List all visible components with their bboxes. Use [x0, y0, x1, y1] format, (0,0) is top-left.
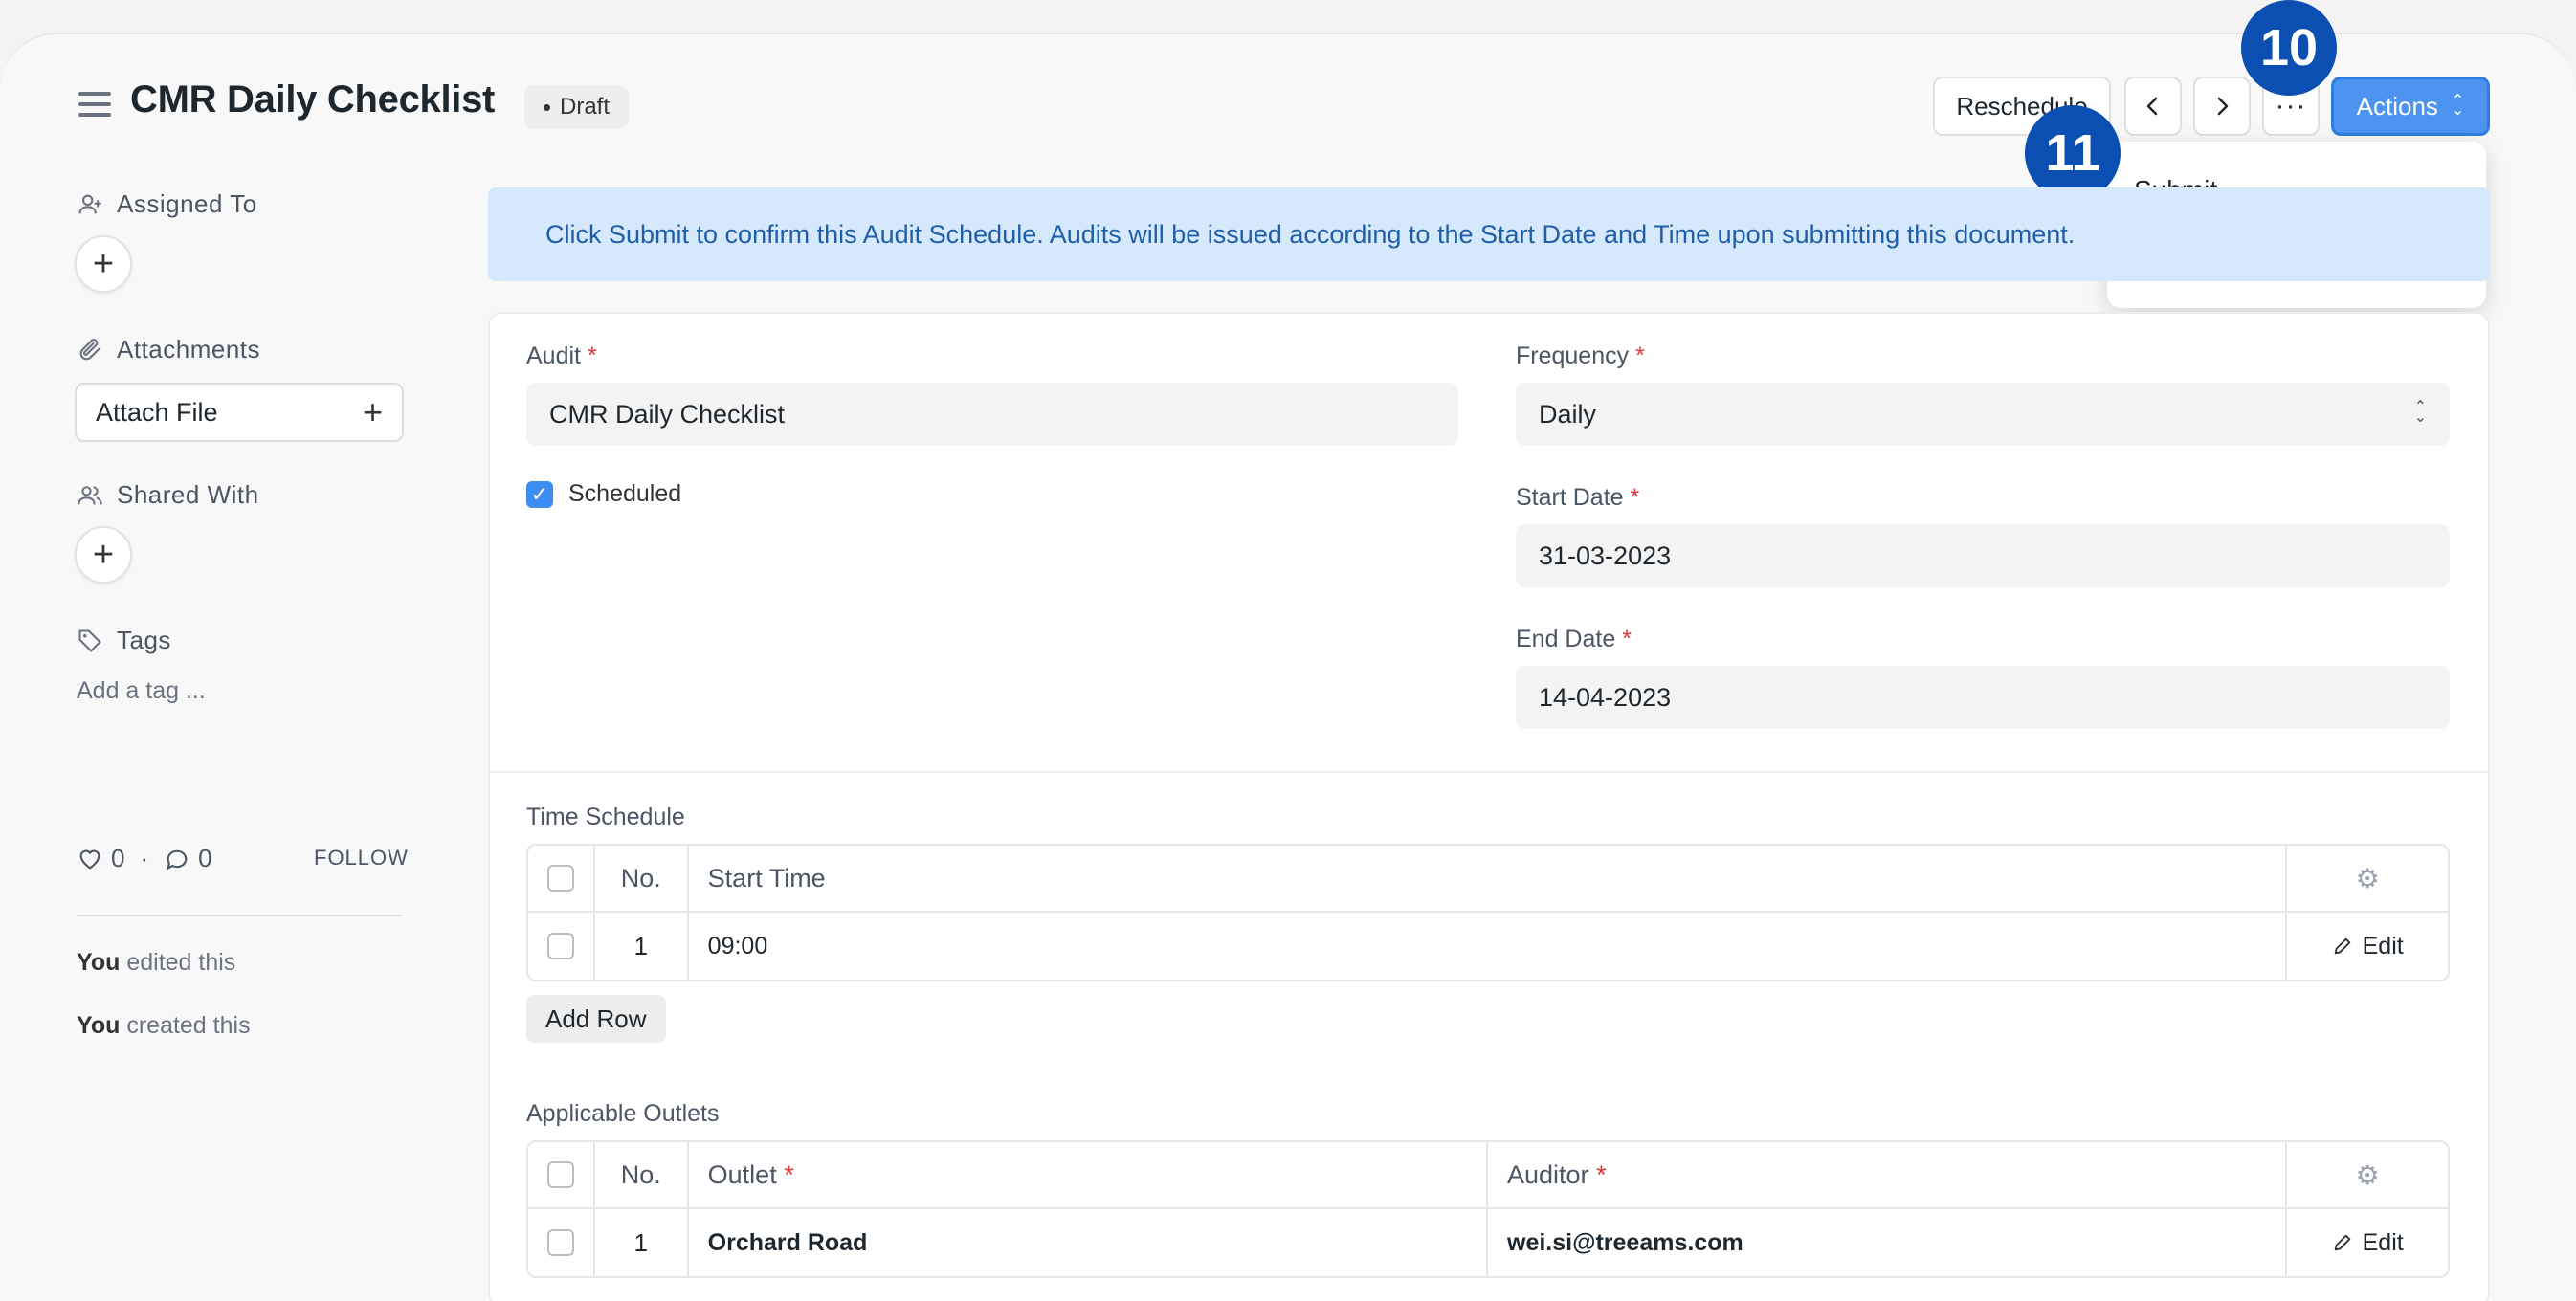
chevron-left-icon	[2146, 97, 2158, 116]
row-edit-cell: Edit	[2287, 1209, 2448, 1276]
select-all-cell	[528, 846, 595, 911]
step-badge: 10	[2241, 0, 2337, 96]
column-settings-cell: ⚙	[2287, 846, 2448, 911]
table-header-row: No. Outlet * Auditor * ⚙	[528, 1142, 2448, 1209]
chevron-right-icon	[2217, 97, 2229, 116]
row-select-cell	[528, 1209, 595, 1276]
assigned-to-label: Assigned To	[77, 189, 257, 219]
audit-label: Audit *	[526, 342, 597, 369]
users-icon	[78, 485, 102, 504]
add-share-button[interactable]: +	[75, 526, 132, 584]
row-checkbox[interactable]	[546, 1229, 574, 1256]
row-checkbox[interactable]	[546, 933, 574, 959]
gear-icon[interactable]: ⚙	[2356, 863, 2380, 894]
auditor-cell[interactable]: wei.si@treeams.com	[1488, 1209, 2288, 1276]
comment-icon[interactable]	[164, 846, 190, 872]
frequency-select[interactable]: Daily ⌃ ⌄	[1516, 383, 2450, 446]
section-divider	[488, 771, 2490, 773]
column-header-start-time: Start Time	[689, 846, 2288, 911]
pencil-icon	[2334, 937, 2350, 955]
user-plus-icon	[78, 194, 101, 213]
row-edit-cell: Edit	[2287, 913, 2448, 980]
select-all-checkbox[interactable]	[546, 1161, 574, 1188]
activity-item: You created this	[77, 1012, 251, 1039]
row-edit-button[interactable]: Edit	[2332, 1229, 2404, 1257]
outlet-cell[interactable]: Orchard Road	[689, 1209, 1488, 1276]
attachments-label: Attachments	[77, 335, 260, 364]
chevron-up-down-icon: ⌃ ⌄	[2413, 399, 2427, 426]
audit-field[interactable]: CMR Daily Checklist	[526, 383, 1458, 446]
scheduled-checkbox-row[interactable]: ✓ Scheduled	[526, 480, 681, 508]
end-date-label: End Date *	[1516, 626, 1632, 652]
gear-icon[interactable]: ⚙	[2356, 1159, 2380, 1191]
pencil-icon	[2334, 1234, 2350, 1251]
actions-button[interactable]: Actions ⌃ ⌄	[2331, 77, 2490, 136]
table-header-row: No. Start Time ⚙	[528, 846, 2448, 913]
column-settings-cell: ⚙	[2287, 1142, 2448, 1207]
page-title: CMR Daily Checklist	[130, 78, 496, 121]
attach-file-button[interactable]: Attach File +	[75, 383, 404, 442]
select-all-checkbox[interactable]	[546, 865, 574, 892]
column-header-no: No.	[595, 1142, 689, 1207]
row-number: 1	[595, 913, 689, 980]
plus-icon: +	[362, 392, 383, 431]
add-row-button[interactable]: Add Row	[526, 995, 666, 1043]
add-tag-input[interactable]: Add a tag ...	[77, 677, 206, 705]
heart-icon[interactable]	[77, 846, 103, 872]
frequency-label: Frequency *	[1516, 342, 1645, 369]
chevron-up-down-icon: ⌃ ⌄	[2451, 93, 2465, 119]
status-label: Draft	[560, 94, 611, 120]
plus-icon: +	[92, 243, 115, 284]
likes-comments: 0 · 0	[77, 844, 212, 873]
paperclip-icon	[79, 338, 100, 360]
applicable-outlets-label: Applicable Outlets	[526, 1100, 720, 1127]
outlets-table: No. Outlet * Auditor * ⚙ 1 Orchard Road …	[526, 1140, 2450, 1278]
column-header-outlet: Outlet *	[689, 1142, 1488, 1207]
shared-with-label: Shared With	[77, 480, 259, 510]
status-badge: Draft	[524, 85, 630, 129]
end-date-field[interactable]: 14-04-2023	[1516, 666, 2450, 729]
like-count: 0	[111, 844, 125, 872]
column-header-auditor: Auditor *	[1488, 1142, 2288, 1207]
status-dot-icon	[544, 103, 550, 111]
separator-dot: ·	[140, 844, 149, 872]
sidebar-divider	[77, 915, 402, 916]
table-row[interactable]: 1 Orchard Road wei.si@treeams.com Edit	[528, 1209, 2448, 1276]
start-date-field[interactable]: 31-03-2023	[1516, 524, 2450, 587]
plus-icon: +	[92, 534, 115, 575]
time-schedule-table: No. Start Time ⚙ 1 09:00 Edit	[526, 844, 2450, 981]
select-all-cell	[528, 1142, 595, 1207]
row-select-cell	[528, 913, 595, 980]
column-header-no: No.	[595, 846, 689, 911]
next-record-button[interactable]	[2193, 77, 2251, 136]
scheduled-label: Scheduled	[568, 480, 682, 507]
row-edit-button[interactable]: Edit	[2332, 933, 2404, 960]
time-schedule-label: Time Schedule	[526, 804, 685, 830]
tag-icon	[78, 628, 101, 652]
row-number: 1	[595, 1209, 689, 1276]
activity-item: You edited this	[77, 949, 236, 976]
tags-label: Tags	[77, 626, 171, 655]
scheduled-checkbox[interactable]: ✓	[526, 480, 553, 508]
previous-record-button[interactable]	[2124, 77, 2182, 136]
actions-label: Actions	[2356, 91, 2438, 121]
start-time-cell[interactable]: 09:00	[689, 913, 2288, 980]
start-date-label: Start Date *	[1516, 484, 1640, 511]
hamburger-menu-icon[interactable]	[78, 92, 111, 121]
comment-count: 0	[198, 844, 212, 872]
follow-button[interactable]: FOLLOW	[314, 846, 409, 871]
table-row[interactable]: 1 09:00 Edit	[528, 913, 2448, 980]
step-badge: 11	[2025, 105, 2121, 201]
add-assignee-button[interactable]: +	[75, 235, 132, 293]
info-alert: Click Submit to confirm this Audit Sched…	[488, 187, 2490, 281]
